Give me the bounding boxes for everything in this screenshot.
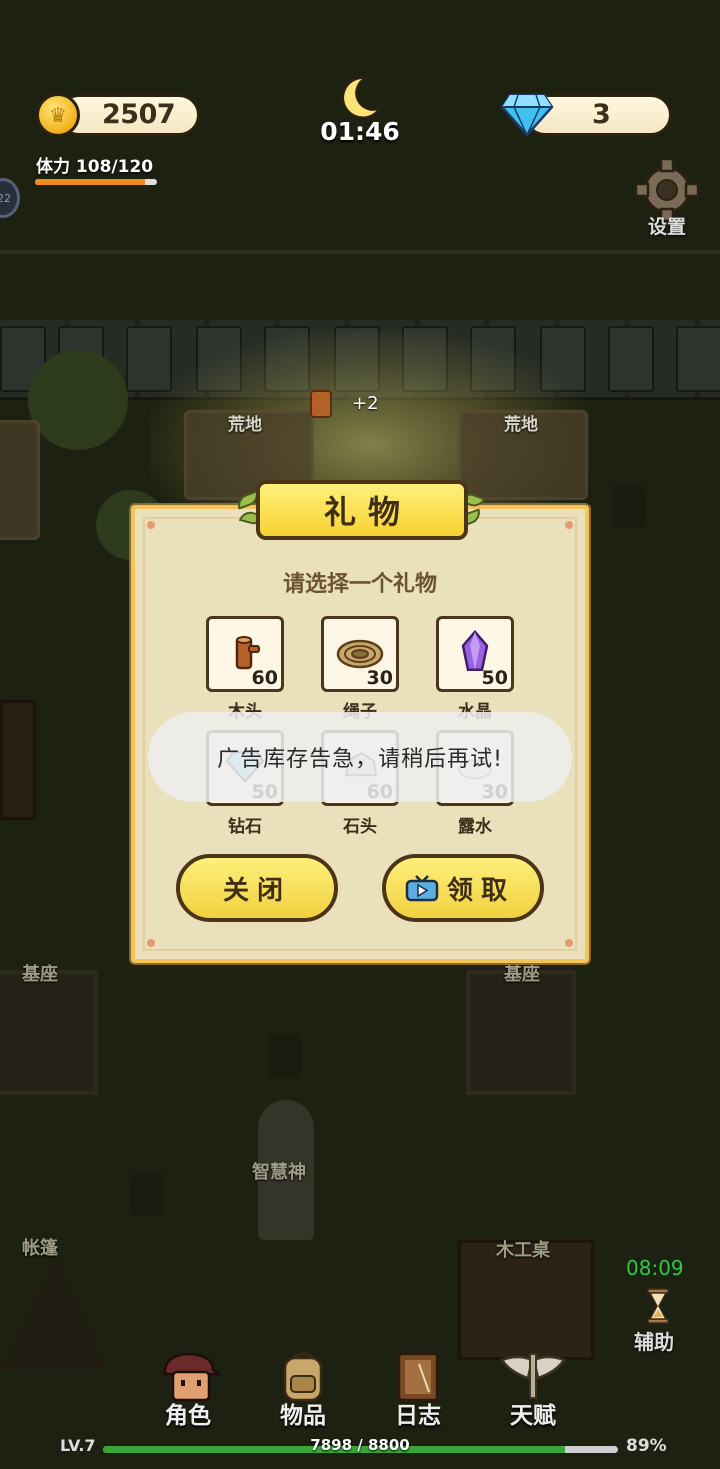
close-button[interactable]: 关闭: [176, 854, 338, 922]
settings-button[interactable]: 设置: [630, 160, 704, 242]
day-clock: 01:46: [320, 117, 400, 146]
item-count: 30: [366, 667, 393, 689]
plot-label: 荒地: [504, 415, 538, 435]
level-label: LV.7: [60, 1436, 96, 1455]
wood-log-icon: [310, 390, 332, 418]
item-name: 石头: [343, 817, 377, 837]
fence-line: [0, 250, 720, 254]
gift-item-wood[interactable]: 60: [206, 616, 284, 692]
pedestal-left[interactable]: [0, 970, 98, 1095]
nav-label: 角色: [165, 1403, 211, 1429]
pedestal-right[interactable]: [466, 970, 576, 1095]
workbench-label: 木工桌: [496, 1240, 550, 1261]
round-badge-text: 22: [0, 191, 11, 205]
crown-coin-icon: ♛: [36, 93, 80, 137]
resource-gain-text: +2: [352, 393, 379, 414]
hourglass-icon: [647, 1288, 669, 1324]
tree-stump[interactable]: [130, 1172, 164, 1216]
plot-label: 荒地: [228, 415, 262, 435]
helper-timer: 08:09: [626, 1256, 684, 1280]
claim-button[interactable]: 领取: [382, 854, 544, 922]
gear-icon: [634, 160, 700, 220]
tree: [28, 350, 128, 450]
nav-items[interactable]: 物品: [258, 1350, 348, 1430]
backpack-icon: [283, 1352, 323, 1402]
dialog-title: 礼物: [256, 480, 468, 540]
nav-character[interactable]: 角色: [143, 1350, 233, 1430]
stamina-label: 体力 108/120: [36, 157, 154, 177]
character-icon: [163, 1352, 223, 1402]
corner-dot: [147, 521, 155, 529]
nav-journal[interactable]: 日志: [373, 1350, 463, 1430]
tent-label: 帐篷: [22, 1238, 58, 1259]
corner-dot: [565, 521, 573, 529]
pedestal-label: 基座: [504, 964, 540, 985]
xp-text: 7898 / 8800: [310, 1436, 410, 1454]
corner-dot: [565, 939, 573, 947]
statue-label: 智慧神: [252, 1162, 306, 1183]
rope-coil-icon: [336, 639, 384, 669]
farm-plot[interactable]: [0, 420, 40, 540]
wall-post: [608, 326, 654, 392]
building-edge: [0, 700, 36, 820]
wings-icon: [500, 1353, 566, 1399]
gift-item-crystal[interactable]: 50: [436, 616, 514, 692]
wood-log-icon: [235, 636, 260, 670]
nav-label: 物品: [280, 1403, 326, 1429]
gem-amount: 3: [592, 99, 611, 130]
claim-button-label: 领取: [446, 875, 515, 906]
tent[interactable]: [0, 1255, 110, 1370]
moon-icon: [341, 76, 384, 119]
item-name: 钻石: [228, 817, 262, 837]
close-button-label: 关闭: [222, 875, 291, 906]
pedestal-label: 基座: [22, 964, 58, 985]
gift-prompt: 请选择一个礼物: [282, 572, 437, 597]
tree-stump[interactable]: [268, 1034, 302, 1078]
diamond-icon: [500, 93, 554, 137]
settings-label: 设置: [647, 216, 686, 238]
tv-ad-icon: [405, 875, 439, 902]
wall-post: [676, 326, 720, 392]
xp-percent: 89%: [626, 1436, 667, 1456]
nav-label: 天赋: [510, 1403, 556, 1429]
item-count: 60: [251, 667, 278, 689]
stamina-bar: [35, 179, 157, 185]
stamina-fill: [35, 179, 145, 185]
gift-item-rope[interactable]: 30: [321, 616, 399, 692]
nav-talent[interactable]: 天赋: [488, 1350, 578, 1430]
nav-label: 日志: [395, 1403, 441, 1429]
toast-message: 广告库存告急，请稍后再试!: [148, 712, 572, 802]
tree-stump[interactable]: [612, 484, 646, 528]
item-name: 露水: [458, 817, 492, 837]
helper-label: 辅助: [634, 1330, 674, 1354]
journal-icon: [397, 1352, 439, 1402]
item-count: 50: [481, 667, 508, 689]
gold-amount: 2507: [102, 99, 176, 130]
corner-dot: [147, 939, 155, 947]
